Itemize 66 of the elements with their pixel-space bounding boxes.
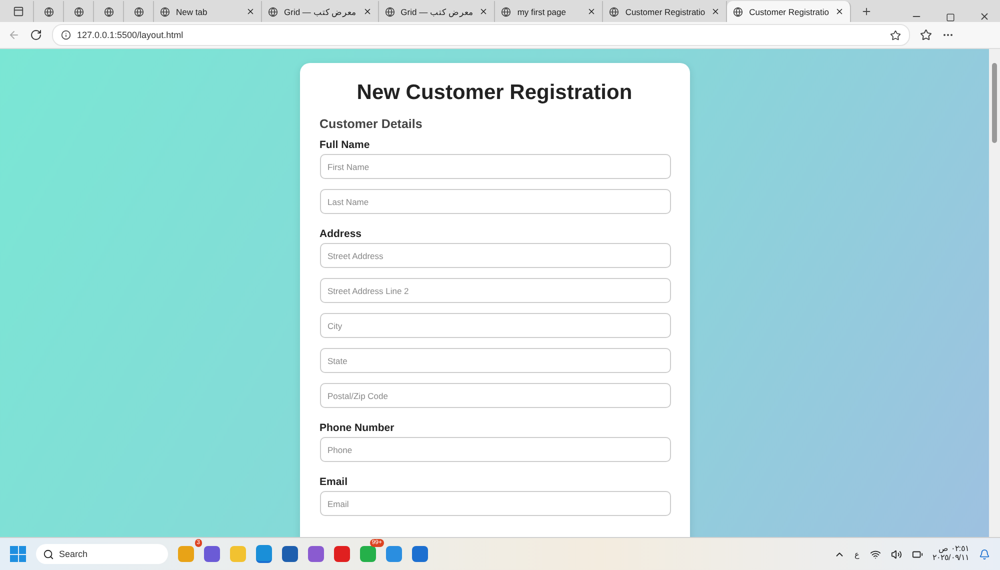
- input-field[interactable]: Street Address Line 2: [320, 278, 670, 303]
- address-bar[interactable]: 127.0.0.1:5500/layout.html: [52, 24, 910, 46]
- tab-title: New tab: [176, 6, 208, 16]
- globe-icon: [733, 6, 744, 16]
- section-heading: Customer Details: [320, 117, 424, 131]
- info-icon: [61, 30, 71, 40]
- app-icon[interactable]: [282, 546, 298, 562]
- close-icon[interactable]: [711, 7, 720, 16]
- input-field[interactable]: Email: [320, 491, 670, 516]
- star-icon: [890, 30, 901, 40]
- close-icon[interactable]: [835, 7, 844, 16]
- tab-actions-icon: [13, 6, 24, 17]
- close-icon[interactable]: [246, 7, 255, 16]
- input-field[interactable]: City: [320, 313, 670, 338]
- field-label: Full Name: [320, 139, 371, 151]
- input-field[interactable]: State: [320, 348, 670, 373]
- app-icon[interactable]: [412, 546, 428, 562]
- globe-icon: [74, 6, 84, 16]
- globe-icon: [501, 6, 512, 16]
- app-icon[interactable]: [386, 546, 402, 562]
- input-field[interactable]: First Name: [320, 154, 670, 179]
- clock[interactable]: ٠٢:٥١ ص ٢٠٢٥/٠٩/١١: [932, 545, 969, 563]
- favorites-icon: [920, 29, 932, 41]
- url-text: 127.0.0.1:5500/layout.html: [77, 30, 184, 40]
- new-tab-icon: [860, 6, 872, 17]
- tab-title: Grid — معرض كتب: [284, 6, 357, 16]
- globe-icon: [134, 6, 144, 16]
- input-field[interactable]: Phone: [320, 437, 670, 462]
- language-indicator[interactable]: ع: [854, 550, 860, 558]
- field-label: Address: [320, 228, 363, 240]
- maximize-icon: [946, 13, 955, 22]
- input-field[interactable]: Last Name: [320, 189, 670, 214]
- close-icon[interactable]: [362, 7, 372, 16]
- globe-icon: [268, 6, 278, 16]
- field-label: Email: [320, 476, 349, 488]
- volume-icon: [890, 548, 902, 560]
- tab-title: Grid — معرض كتب: [400, 6, 474, 16]
- close-icon[interactable]: [587, 7, 596, 16]
- close-icon: [979, 11, 990, 22]
- input-field[interactable]: Street Address: [320, 243, 670, 268]
- wifi-icon: [870, 548, 881, 560]
- tab-title: my first page: [517, 6, 567, 16]
- bell-icon: [979, 548, 990, 560]
- search-field[interactable]: Search: [36, 544, 168, 564]
- start-icon[interactable]: [10, 546, 26, 562]
- globe-icon: [44, 6, 54, 16]
- globe-icon: [104, 6, 114, 16]
- app-icon[interactable]: [204, 546, 220, 562]
- input-field[interactable]: Postal/Zip Code: [320, 383, 670, 408]
- search-icon: [43, 548, 54, 560]
- scrollbar[interactable]: [989, 49, 1000, 537]
- app-icon[interactable]: [256, 545, 272, 563]
- globe-icon: [160, 6, 170, 16]
- app-icon[interactable]: [334, 546, 350, 562]
- field-label: Phone Number: [320, 422, 396, 434]
- tab-title: Customer Registratio: [625, 6, 706, 16]
- browser-tab[interactable]: Customer Registratio: [727, 1, 851, 22]
- tab-title: Customer Registratio: [749, 6, 829, 16]
- battery-icon: [912, 548, 923, 560]
- form-title: New Customer Registration: [356, 81, 634, 105]
- reload-icon: [30, 29, 42, 41]
- close-icon[interactable]: [479, 7, 488, 16]
- back-icon: [8, 29, 20, 41]
- app-icon[interactable]: [308, 546, 324, 562]
- globe-icon: [609, 6, 620, 16]
- globe-icon: [384, 6, 395, 16]
